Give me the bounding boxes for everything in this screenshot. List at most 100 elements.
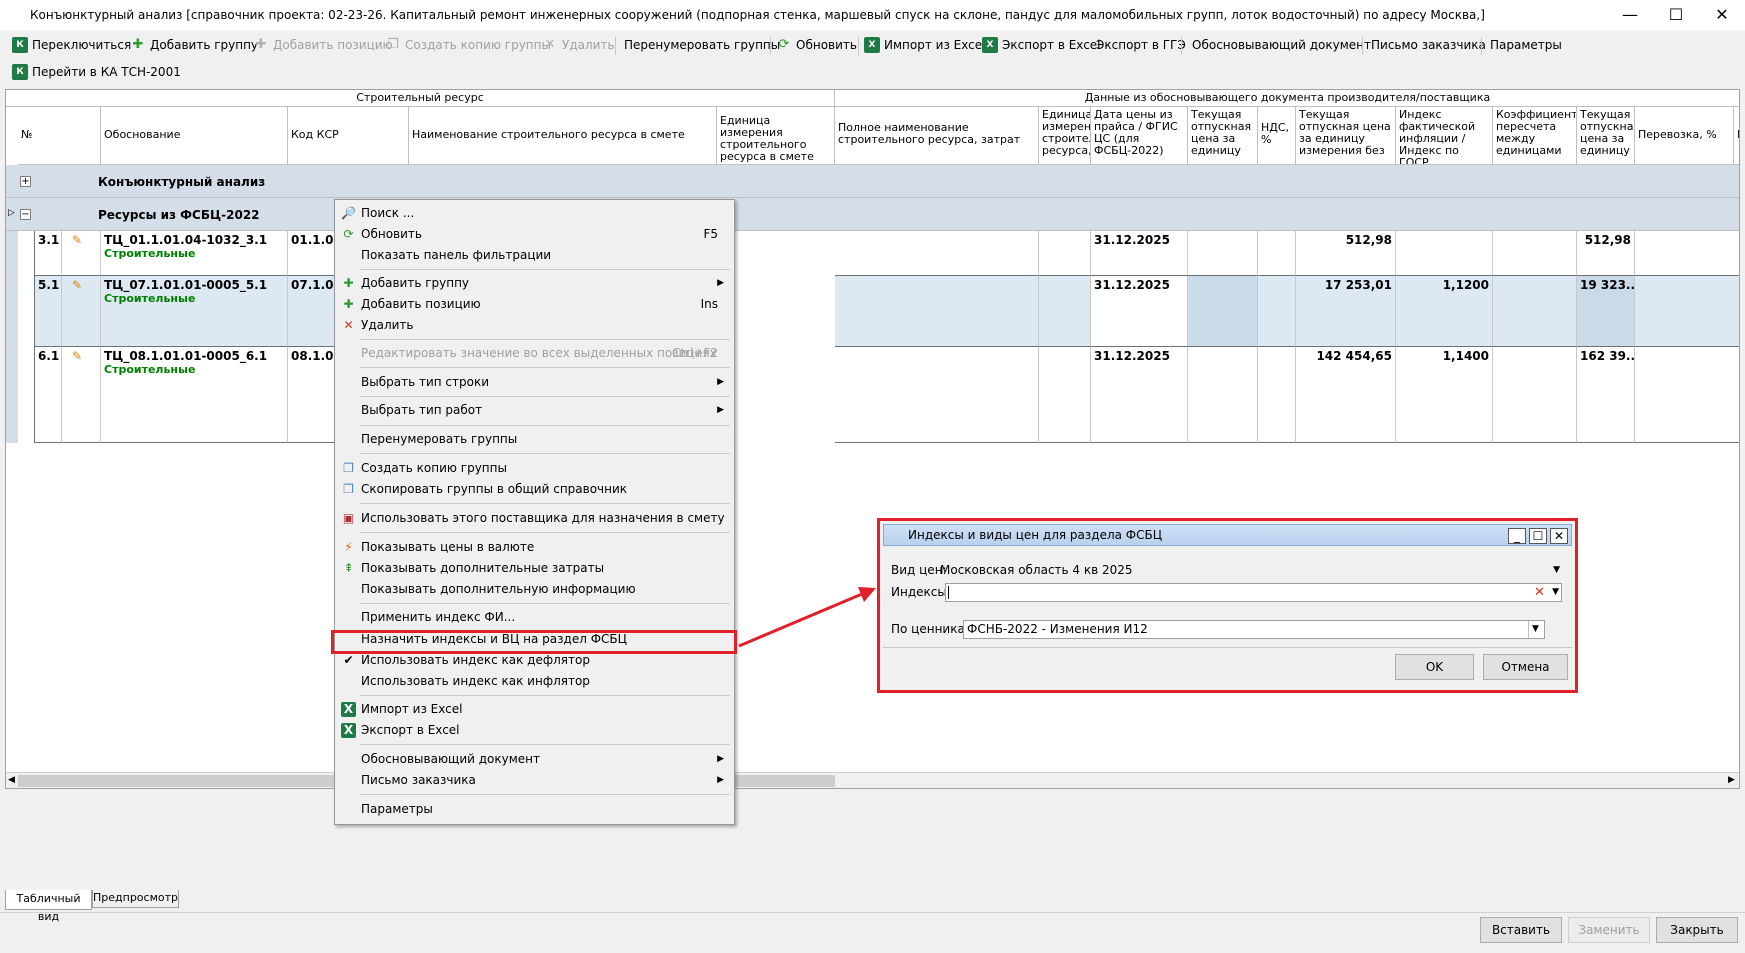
menu-item-use-supplier[interactable]: ▣ Использовать этого поставщика для назна… xyxy=(337,508,732,529)
column-header-current-price[interactable]: Текущая отпускная цена за единицу xyxy=(1188,107,1258,165)
copy-group-button[interactable]: ❐ Создать копию группы xyxy=(383,35,551,55)
price-type-dropdown[interactable]: Московская область 4 кв 2025 ▼ xyxy=(940,560,1562,580)
menu-item-import-excel[interactable]: X Импорт из Excel xyxy=(337,699,732,720)
replace-button[interactable]: Заменить xyxy=(1568,917,1650,943)
resource-type: Строительные xyxy=(104,247,196,260)
column-header-vat[interactable]: НДС, % xyxy=(1258,107,1296,165)
menu-item-basis-doc[interactable]: Обосновывающий документ ▶ xyxy=(337,749,732,770)
menu-item-work-type[interactable]: Выбрать тип работ ▶ xyxy=(337,400,732,421)
fsbc-index-dialog: Индексы и виды цен для раздела ФСБЦ _ ☐ … xyxy=(877,518,1578,693)
add-group-button[interactable]: ✚ Добавить группу xyxy=(128,35,259,55)
column-header-current-price-2[interactable]: Текущая отпускная цена за единицу xyxy=(1577,107,1635,165)
band-header-resource: Строительный ресурс xyxy=(6,90,835,107)
menu-item-show-extra-costs[interactable]: ⇞ Показывать дополнительные затраты xyxy=(337,558,732,579)
excel-icon: X xyxy=(341,702,356,717)
menu-item-filter-panel[interactable]: Показать панель фильтрации xyxy=(337,245,732,266)
copy-icon: ❐ xyxy=(343,461,354,475)
menu-item-edit-all[interactable]: Редактировать значение во всех выделенны… xyxy=(337,343,732,364)
import-excel-button[interactable]: X Импорт из Excel xyxy=(862,35,985,55)
customer-letter-button[interactable]: Письмо заказчика xyxy=(1349,35,1486,55)
cancel-button[interactable]: Отмена xyxy=(1483,654,1568,680)
cell-ksr: 07.1.01.0 xyxy=(288,276,340,347)
menu-item-copy-to-common[interactable]: ❐ Скопировать группы в общий справочник xyxy=(337,479,732,500)
column-header-price-without-vat[interactable]: Текущая отпускная цена за единицу измере… xyxy=(1296,107,1396,165)
column-header-inflation-index[interactable]: Индекс фактической инфляции / Индекс по … xyxy=(1396,107,1493,165)
add-position-button[interactable]: ✚ Добавить позицию xyxy=(251,35,393,55)
pricebook-value: ФСНБ-2022 - Изменения И12 xyxy=(967,622,1148,636)
plus-icon: ✚ xyxy=(255,37,267,52)
ok-button[interactable]: OK xyxy=(1395,654,1474,680)
maximize-button[interactable]: ☐ xyxy=(1653,0,1699,30)
menu-separator xyxy=(360,794,730,795)
menu-item-label: Показывать дополнительную информацию xyxy=(361,582,636,596)
close-button[interactable]: Закрыть xyxy=(1656,917,1738,943)
column-header-unit[interactable]: Единица измерения строительного ресурса … xyxy=(717,107,835,165)
resource-code: ТЦ_07.1.01.01-0005_5.1 xyxy=(104,278,268,292)
renumber-button[interactable]: Перенумеровать группы xyxy=(602,35,780,55)
column-header-resource-name[interactable]: Наименование строительного ресурса в сме… xyxy=(409,107,717,165)
cell-full-name xyxy=(835,347,1039,443)
tab-table-view[interactable]: Табличный вид xyxy=(5,890,92,923)
column-header-price-date[interactable]: Дата цены из прайса / ФГИС ЦС (для ФСБЦ-… xyxy=(1091,107,1188,165)
menu-item-show-extra-info[interactable]: Показывать дополнительную информацию xyxy=(337,579,732,600)
scroll-right-icon[interactable]: ▶ xyxy=(1728,775,1735,785)
dialog-close-button[interactable]: ✕ xyxy=(1550,528,1568,544)
horizontal-scrollbar[interactable]: ◀ ▶ xyxy=(6,772,1739,788)
menu-item-params[interactable]: Параметры xyxy=(337,799,732,820)
pricebook-dropdown[interactable]: ФСНБ-2022 - Изменения И12 ▼ xyxy=(963,620,1545,639)
scroll-left-icon[interactable]: ◀ xyxy=(8,775,15,785)
group-row-conjuncture[interactable]: + Конъюнктурный анализ xyxy=(6,165,1739,198)
column-header-basis[interactable]: Обоснование xyxy=(101,107,288,165)
column-header-conversion-coef[interactable]: Коэффициент пересчета между единицами xyxy=(1493,107,1577,165)
menu-item-add-group[interactable]: ✚ Добавить группу ▶ xyxy=(337,273,732,294)
menu-item-row-type[interactable]: Выбрать тип строки ▶ xyxy=(337,372,732,393)
menu-item-delete[interactable]: ✕ Удалить xyxy=(337,315,732,336)
close-window-button[interactable]: ✕ xyxy=(1699,0,1745,30)
menu-item-apply-index[interactable]: Применить индекс ФИ... xyxy=(337,607,732,628)
menu-item-add-position[interactable]: ✚ Добавить позицию Ins xyxy=(337,294,732,315)
submenu-arrow-icon: ▶ xyxy=(717,754,724,764)
highlight-box xyxy=(331,630,737,654)
menu-item-refresh[interactable]: ⟳ Обновить F5 xyxy=(337,224,732,245)
refresh-button[interactable]: ⟳ Обновить xyxy=(774,35,857,55)
goto-ka-button[interactable]: К Перейти в КА ТСН-2001 xyxy=(10,62,181,82)
tab-preview[interactable]: Предпросмотр xyxy=(92,890,179,908)
column-header-transport[interactable]: Перевозка, % xyxy=(1635,107,1734,165)
parameters-label: Параметры xyxy=(1490,38,1562,52)
menu-item-show-currency[interactable]: ⚡ Показывать цены в валюте xyxy=(337,537,732,558)
menu-item-renumber[interactable]: Перенумеровать группы xyxy=(337,429,732,450)
minimize-button[interactable]: — xyxy=(1607,0,1653,30)
text-cursor xyxy=(948,586,949,599)
cell-coef xyxy=(1493,347,1577,443)
clear-icon[interactable]: ✕ xyxy=(1534,584,1545,601)
cell-date: 31.12.2025 xyxy=(1091,276,1188,347)
column-header-number[interactable]: № xyxy=(18,107,101,165)
chevron-down-icon[interactable]: ▼ xyxy=(1528,621,1542,638)
menu-item-customer-letter[interactable]: Письмо заказчика ▶ xyxy=(337,770,732,791)
parameters-button[interactable]: Параметры xyxy=(1468,35,1562,55)
basis-document-button[interactable]: Обосновывающий документ xyxy=(1170,35,1371,55)
dialog-maximize-button[interactable]: ☐ xyxy=(1529,528,1547,544)
dialog-minimize-button[interactable]: _ xyxy=(1508,528,1526,544)
menu-item-copy-group[interactable]: ❐ Создать копию группы xyxy=(337,458,732,479)
menu-item-label: Экспорт в Excel xyxy=(361,723,460,737)
insert-button[interactable]: Вставить xyxy=(1480,917,1562,943)
menu-item-search[interactable]: 🔎 Поиск ... xyxy=(337,203,732,224)
supplier-icon: ▣ xyxy=(342,511,355,525)
switch-button[interactable]: К Переключиться xyxy=(10,35,131,55)
excel-icon: X xyxy=(864,37,880,53)
menu-item-export-excel[interactable]: X Экспорт в Excel xyxy=(337,720,732,741)
column-header-full-name[interactable]: Полное наименование строительного ресурс… xyxy=(835,107,1039,165)
column-header-ksr-code[interactable]: Код КСР xyxy=(288,107,409,165)
group-row-fsbc[interactable]: ▷ − Ресурсы из ФСБЦ-2022 xyxy=(6,198,1739,231)
collapse-icon[interactable]: − xyxy=(20,209,31,220)
column-header-extra[interactable]: П xyxy=(1734,107,1739,165)
menu-separator xyxy=(360,503,730,504)
indexes-input[interactable]: ✕ ▼ xyxy=(945,583,1562,602)
chevron-down-icon[interactable]: ▼ xyxy=(1552,584,1559,601)
title-bar: Конъюнктурный анализ [справочник проекта… xyxy=(0,0,1745,30)
expand-icon[interactable]: + xyxy=(20,176,31,187)
resource-type: Строительные xyxy=(104,292,196,305)
menu-item-use-inflator[interactable]: Использовать индекс как инфлятор xyxy=(337,671,732,692)
column-header-unit-supplier[interactable]: Единица измерения строительного ресурса, xyxy=(1039,107,1091,165)
